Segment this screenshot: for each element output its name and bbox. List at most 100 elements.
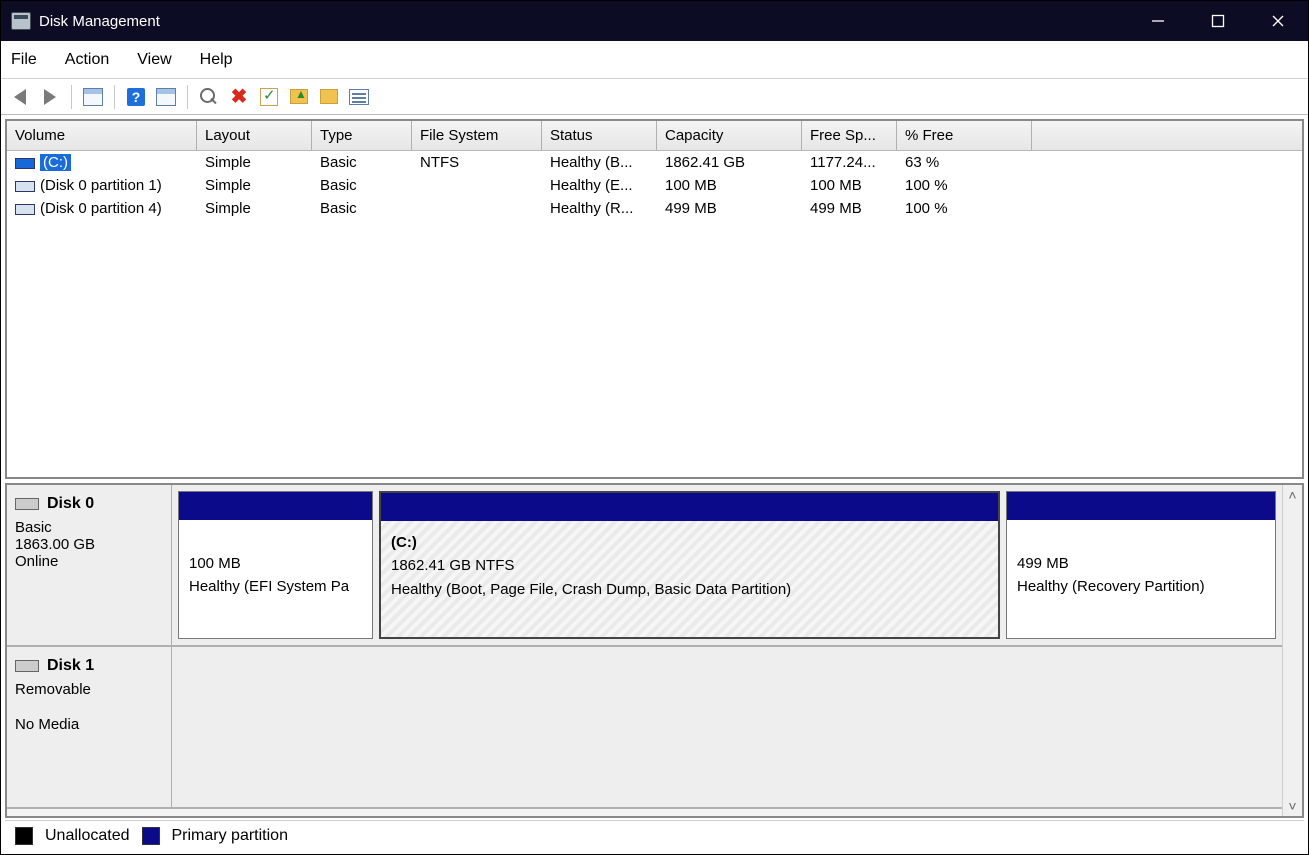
legend-primary-label: Primary partition: [172, 827, 288, 845]
help-icon: ?: [127, 88, 145, 106]
volume-row[interactable]: (Disk 0 partition 4) SimpleBasic Healthy (…: [7, 197, 1302, 220]
menu-action[interactable]: Action: [65, 51, 109, 69]
explore-button[interactable]: [316, 84, 342, 110]
panel-icon: [83, 88, 103, 106]
disk-1-type: Removable: [15, 681, 163, 698]
disk-0-title: Disk 0: [47, 495, 94, 513]
cell-fs: [412, 174, 542, 197]
cell-fs: NTFS: [412, 151, 542, 174]
disk-icon: [15, 498, 39, 510]
back-button[interactable]: [7, 84, 33, 110]
col-capacity[interactable]: Capacity: [657, 121, 802, 150]
close-button[interactable]: [1248, 1, 1308, 41]
disk-1-info[interactable]: Disk 1 Removable No Media: [7, 647, 172, 807]
delete-button[interactable]: ✖: [226, 84, 252, 110]
cell-free: 499 MB: [802, 197, 897, 220]
volume-name: (Disk 0 partition 4): [40, 200, 162, 217]
partition-name: (C:): [391, 531, 988, 554]
col-percent-free[interactable]: % Free: [897, 121, 1032, 150]
show-hide-console-tree-button[interactable]: [80, 84, 106, 110]
title-bar: Disk Management: [1, 1, 1308, 41]
col-status[interactable]: Status: [542, 121, 657, 150]
disk-0-size: 1863.00 GB: [15, 536, 163, 553]
col-layout[interactable]: Layout: [197, 121, 312, 150]
cell-capacity: 1862.41 GB: [657, 151, 802, 174]
col-type[interactable]: Type: [312, 121, 412, 150]
cell-type: Basic: [312, 174, 412, 197]
disk-0-info[interactable]: Disk 0 Basic 1863.00 GB Online: [7, 485, 172, 645]
volume-name: (C:): [40, 154, 71, 171]
menu-help[interactable]: Help: [200, 51, 233, 69]
cell-type: Basic: [312, 197, 412, 220]
col-volume[interactable]: Volume: [7, 121, 197, 150]
app-icon: [11, 12, 31, 30]
partition[interactable]: (C:)1862.41 GB NTFSHealthy (Boot, Page F…: [379, 491, 1000, 639]
partition[interactable]: 100 MBHealthy (EFI System Pa: [178, 491, 373, 639]
cell-layout: Simple: [197, 151, 312, 174]
maximize-button[interactable]: [1188, 1, 1248, 41]
cell-capacity: 499 MB: [657, 197, 802, 220]
volume-icon: [15, 158, 35, 169]
disk-0-type: Basic: [15, 519, 163, 536]
partition[interactable]: 499 MBHealthy (Recovery Partition): [1006, 491, 1276, 639]
legend-primary-swatch: [142, 827, 160, 845]
vertical-scrollbar[interactable]: ˄ ˅: [1282, 485, 1302, 816]
cell-layout: Simple: [197, 174, 312, 197]
delete-icon: ✖: [231, 84, 248, 109]
cell-status: Healthy (E...: [542, 174, 657, 197]
menu-bar: File Action View Help: [1, 41, 1308, 79]
magnifier-icon: [200, 88, 218, 106]
cell-free: 1177.24...: [802, 151, 897, 174]
volume-list-header: Volume Layout Type File System Status Ca…: [7, 121, 1302, 151]
scroll-up-icon[interactable]: ˄: [1283, 485, 1302, 505]
partition-body: 100 MBHealthy (EFI System Pa: [179, 520, 372, 638]
col-free-space[interactable]: Free Sp...: [802, 121, 897, 150]
cell-status: Healthy (B...: [542, 151, 657, 174]
cell-pct: 63 %: [897, 151, 1032, 174]
cell-status: Healthy (R...: [542, 197, 657, 220]
disk-1-title: Disk 1: [47, 657, 94, 675]
arrow-right-icon: [44, 89, 56, 105]
partition-size: 100 MB: [189, 552, 362, 575]
help-button[interactable]: ?: [123, 84, 149, 110]
list-icon: [349, 89, 369, 105]
disk-row-1: Disk 1 Removable No Media: [7, 647, 1302, 809]
disk-0-status: Online: [15, 553, 163, 570]
disk-0-partitions: 100 MBHealthy (EFI System Pa(C:)1862.41 …: [172, 485, 1302, 645]
export-button[interactable]: ▲: [286, 84, 312, 110]
menu-view[interactable]: View: [137, 51, 171, 69]
settings-button[interactable]: [346, 84, 372, 110]
properties-button[interactable]: [256, 84, 282, 110]
cell-fs: [412, 197, 542, 220]
cell-layout: Simple: [197, 197, 312, 220]
forward-button[interactable]: [37, 84, 63, 110]
folder-up-icon: ▲: [290, 89, 308, 104]
volume-row[interactable]: (C:)SimpleBasicNTFSHealthy (B...1862.41 …: [7, 151, 1302, 174]
legend-bar: Unallocated Primary partition: [5, 820, 1304, 850]
volume-icon: [15, 181, 35, 192]
panel-right-icon: [156, 88, 176, 106]
scroll-down-icon[interactable]: ˅: [1283, 796, 1302, 816]
minimize-button[interactable]: [1128, 1, 1188, 41]
volume-list[interactable]: Volume Layout Type File System Status Ca…: [5, 119, 1304, 479]
partition-body: 499 MBHealthy (Recovery Partition): [1007, 520, 1275, 638]
partition-status: Healthy (Recovery Partition): [1017, 575, 1265, 598]
col-filesystem[interactable]: File System: [412, 121, 542, 150]
window-controls: [1128, 1, 1308, 41]
toolbar: ? ✖ ▲: [1, 79, 1308, 115]
disk-graphical-view: Disk 0 Basic 1863.00 GB Online 100 MBHea…: [5, 483, 1304, 818]
menu-file[interactable]: File: [11, 51, 37, 69]
volume-name: (Disk 0 partition 1): [40, 177, 162, 194]
partition-status: Healthy (EFI System Pa: [189, 575, 362, 598]
cell-free: 100 MB: [802, 174, 897, 197]
legend-unallocated-swatch: [15, 827, 33, 845]
legend-unallocated-label: Unallocated: [45, 827, 130, 845]
folder-search-icon: [320, 89, 338, 104]
volume-row[interactable]: (Disk 0 partition 1) SimpleBasic Healthy (…: [7, 174, 1302, 197]
partition-header-stripe: [179, 492, 372, 520]
partition-size: 499 MB: [1017, 552, 1265, 575]
window-title: Disk Management: [39, 13, 160, 30]
refresh-button[interactable]: [196, 84, 222, 110]
arrow-left-icon: [14, 89, 26, 105]
show-hide-action-pane-button[interactable]: [153, 84, 179, 110]
